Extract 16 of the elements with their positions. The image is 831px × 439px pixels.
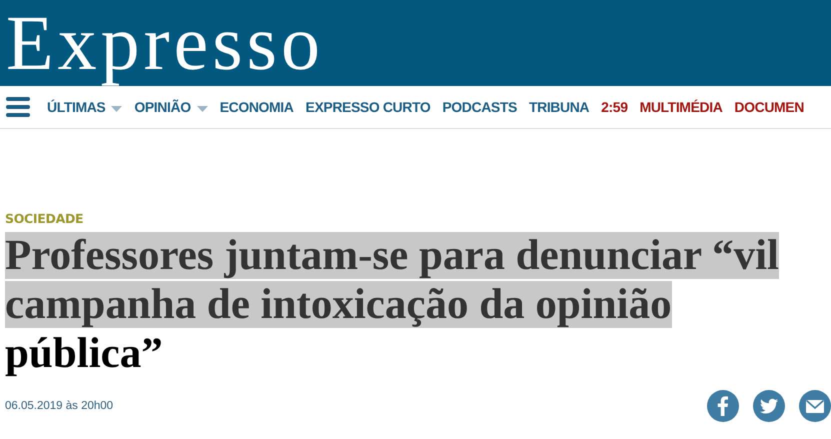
bird-icon[interactable] <box>753 390 785 422</box>
nav-link[interactable]: OPINIÃO <box>134 99 208 115</box>
mail-icon[interactable] <box>799 390 831 422</box>
menu-icon[interactable] <box>6 97 30 117</box>
facebook-icon[interactable] <box>707 390 739 422</box>
nav-link[interactable]: PODCASTS <box>442 99 517 115</box>
nav-link[interactable]: ECONOMIA <box>220 99 294 115</box>
publish-date: 06.05.2019 às 20h00 <box>5 400 114 412</box>
nav-link[interactable]: TRIBUNA <box>528 99 590 115</box>
nav-link[interactable]: ÚLTIMAS <box>47 99 122 115</box>
nav-link[interactable]: 2:59 <box>601 99 628 115</box>
nav-link[interactable]: MULTIMÉDIA <box>640 99 722 115</box>
nav-link[interactable]: EXPRESSO CURTO <box>306 99 430 115</box>
nav-link[interactable]: DOCUMEN <box>734 99 804 115</box>
site-logo[interactable]: Expresso <box>6 0 324 86</box>
article-headline: Professores juntam-se para denunciar “vil campanha de intoxicação da opinião pública” <box>5 231 780 378</box>
